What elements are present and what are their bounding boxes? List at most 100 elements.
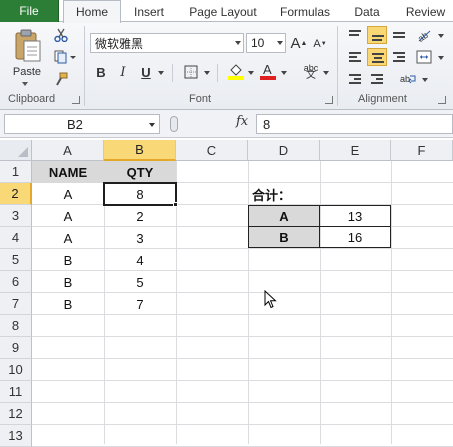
column-header-c[interactable]: C [176,140,248,161]
top-align-button[interactable] [345,26,365,44]
header-qty[interactable]: QTY [104,161,176,183]
svg-text:ab: ab [400,74,410,84]
insert-function-icon[interactable]: fx [236,114,248,129]
clipboard-dialog-launcher[interactable] [72,96,80,104]
paste-dropdown-arrow[interactable] [22,82,28,86]
row-header-7[interactable]: 7 [0,293,32,315]
shrink-font-button[interactable]: A ▼ [312,36,328,52]
merge-center-icon[interactable] [414,48,434,66]
align-center-button[interactable] [367,48,387,66]
underline-dropdown-arrow[interactable] [158,71,164,75]
tab-data[interactable]: Data [344,0,390,23]
alignment-dialog-launcher[interactable] [438,96,446,104]
phonetic-guide-button[interactable]: abc 文 [300,62,322,82]
borders-icon[interactable] [182,63,200,81]
cell-b2[interactable]: 8 [104,183,176,205]
column-header-a[interactable]: A [32,140,104,161]
row-header-1[interactable]: 1 [0,161,32,183]
bold-button[interactable]: B [92,63,110,81]
align-left-button[interactable] [345,48,365,66]
row-header-8[interactable]: 8 [0,315,32,337]
increase-indent-button[interactable] [367,70,387,88]
tab-review[interactable]: Review [398,0,453,23]
font-color-dropdown-arrow[interactable] [281,71,287,75]
formula-input[interactable]: 8 [256,114,453,134]
ribbon-tab-bar: File Home Insert Page Layout Formulas Da… [0,0,453,23]
orientation-icon[interactable]: ab [414,26,434,44]
align-right-button[interactable] [389,48,409,66]
decrease-indent-icon [349,74,361,86]
row-header-10[interactable]: 10 [0,359,32,381]
name-box-value: B2 [67,116,83,132]
cell-b5[interactable]: 4 [104,249,176,271]
row-header-6[interactable]: 6 [0,271,32,293]
summary-title[interactable]: 合计： [248,183,320,205]
tab-page-layout[interactable]: Page Layout [182,0,264,23]
fill-handle[interactable] [173,202,178,207]
name-box[interactable]: B2 [4,114,160,134]
column-header-b[interactable]: B [104,140,176,161]
alignment-group-label: Alignment [358,93,407,105]
row-header-11[interactable]: 11 [0,381,32,403]
tab-file[interactable]: File [0,0,59,22]
cell-b6[interactable]: 5 [104,271,176,293]
gridline [32,358,453,359]
cell-b7[interactable]: 7 [104,293,176,315]
cell-a5[interactable]: B [32,249,104,271]
mouse-pointer-icon [264,290,277,309]
formula-bar: B2 fx 8 [0,110,453,138]
summary-value-a[interactable]: 13 [319,205,391,227]
cell-a4[interactable]: A [32,227,104,249]
cell-a3[interactable]: A [32,205,104,227]
wrap-text-icon[interactable]: ab [398,70,420,88]
bottom-align-button[interactable] [389,26,409,44]
font-dialog-launcher[interactable] [325,96,333,104]
decrease-indent-button[interactable] [345,70,365,88]
row-header-2[interactable]: 2 [0,183,32,205]
tab-home[interactable]: Home [63,0,121,23]
borders-dropdown-arrow[interactable] [204,71,210,75]
row-header-5[interactable]: 5 [0,249,32,271]
row-header-12[interactable]: 12 [0,403,32,425]
cell-b3[interactable]: 2 [104,205,176,227]
divider [172,64,173,82]
font-color-icon[interactable]: A [258,61,278,81]
column-header-e[interactable]: E [320,140,391,161]
merge-dropdown-arrow[interactable] [438,56,444,60]
select-all-button[interactable] [0,140,32,161]
column-header-d[interactable]: D [248,140,320,161]
summary-value-b[interactable]: 16 [319,226,391,248]
row-header-9[interactable]: 9 [0,337,32,359]
wrap-dropdown-arrow[interactable] [422,78,428,82]
gridline [32,336,453,337]
cell-a7[interactable]: B [32,293,104,315]
cell-a6[interactable]: B [32,271,104,293]
row-header-4[interactable]: 4 [0,227,32,249]
summary-key-b[interactable]: B [248,226,320,248]
fill-color-icon[interactable] [226,61,246,81]
format-painter-icon[interactable] [52,70,70,88]
group-separator [337,26,338,106]
cut-icon[interactable] [52,26,70,44]
summary-key-a[interactable]: A [248,205,320,227]
row-header-3[interactable]: 3 [0,205,32,227]
font-size-dropdown[interactable]: 10 [246,33,286,53]
grow-font-button[interactable]: A ▲ [291,34,308,52]
tab-formulas[interactable]: Formulas [274,0,336,23]
paste-button[interactable]: Paste [8,64,46,80]
copy-icon[interactable] [52,48,78,66]
header-name[interactable]: NAME [32,161,104,183]
column-header-f[interactable]: F [391,140,453,161]
cell-a2[interactable]: A [32,183,104,205]
formula-bar-resize-handle[interactable] [170,116,178,132]
italic-button[interactable]: I [114,63,132,81]
fill-color-dropdown-arrow[interactable] [248,71,254,75]
font-name-dropdown[interactable]: 微软雅黑 [90,33,244,53]
paste-icon[interactable] [10,28,44,64]
orientation-dropdown-arrow[interactable] [438,34,444,38]
tab-insert[interactable]: Insert [124,0,174,23]
underline-button[interactable]: U [137,63,155,81]
middle-align-button[interactable] [367,26,387,44]
phonetic-dropdown-arrow[interactable] [323,71,329,75]
cell-b4[interactable]: 3 [104,227,176,249]
